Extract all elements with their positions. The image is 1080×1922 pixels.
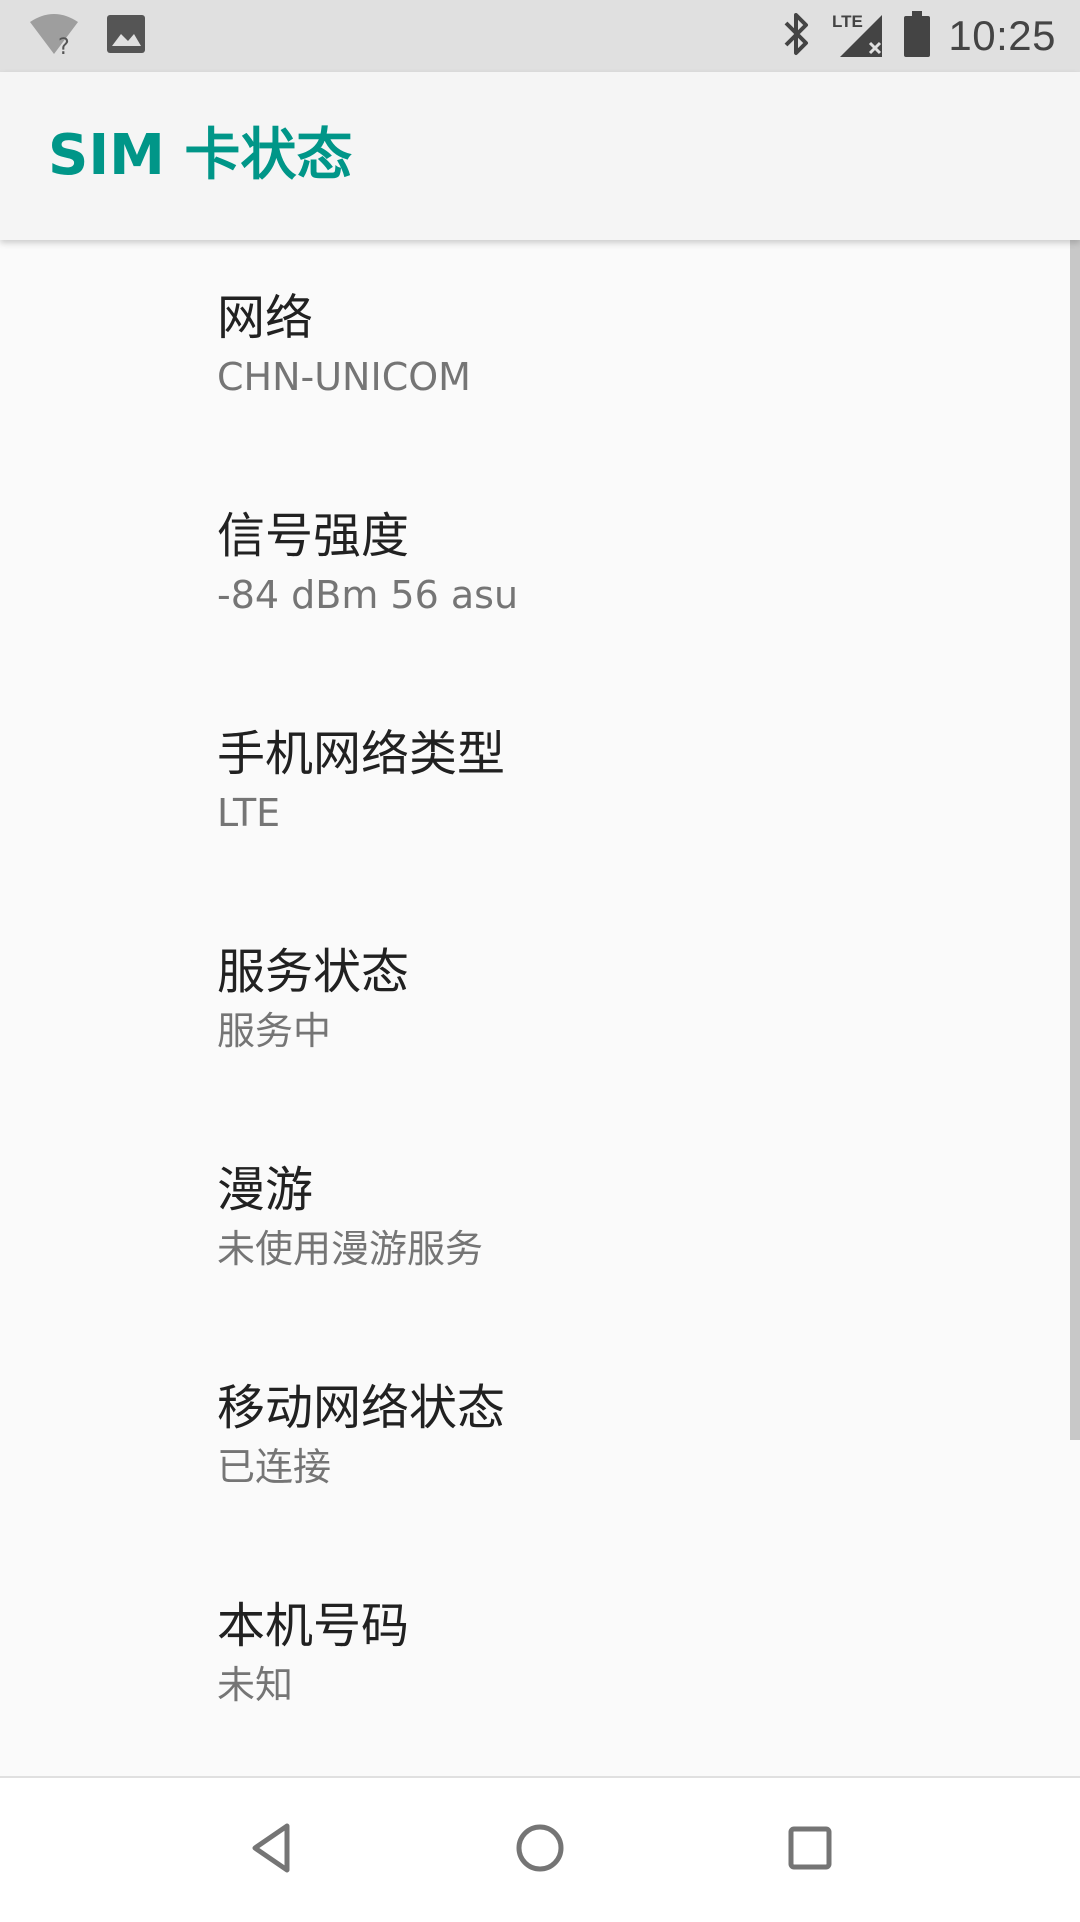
clock: 10:25 (948, 12, 1056, 59)
list-item-summary: CHN-UNICOM (217, 355, 471, 399)
list-item-title: 本机号码 (217, 1598, 410, 1654)
list-item-roaming[interactable]: 漫游 未使用漫游服务 (0, 1112, 1060, 1330)
recents-icon (787, 1825, 833, 1875)
navigation-bar (0, 1776, 1080, 1922)
list-item-title: 网络 (217, 290, 314, 346)
preference-list[interactable]: 网络 CHN-UNICOM 信号强度 -84 dBm 56 asu 手机网络类型… (0, 240, 1080, 1776)
list-item-title: 移动网络状态 (217, 1380, 506, 1436)
status-bar-left: ? (28, 12, 146, 60)
recents-button[interactable] (760, 1800, 860, 1900)
battery-icon (904, 11, 931, 61)
lte-label: LTE (832, 12, 863, 31)
status-bar: ? LTE 10:25 (0, 0, 1080, 72)
home-icon (514, 1822, 566, 1878)
list-item-network[interactable]: 网络 CHN-UNICOM (0, 240, 1060, 458)
list-item-summary: 未使用漫游服务 (217, 1227, 484, 1271)
home-button[interactable] (490, 1800, 590, 1900)
list-item-phone-number[interactable]: 本机号码 未知 (0, 1548, 1060, 1766)
svg-text:?: ? (58, 35, 70, 56)
scrollbar[interactable] (1070, 240, 1080, 1440)
list-item-title: 漫游 (217, 1162, 314, 1218)
bluetooth-icon (782, 11, 812, 61)
list-item-summary: 服务中 (217, 1009, 332, 1053)
image-notification-icon (106, 14, 146, 58)
list-item-service-state[interactable]: 服务状态 服务中 (0, 894, 1060, 1112)
list-item-signal-strength[interactable]: 信号强度 -84 dBm 56 asu (0, 458, 1060, 676)
list-item-title: 信号强度 (217, 508, 410, 564)
list-item-summary: 未知 (217, 1663, 294, 1707)
page-title: SIM 卡状态 (48, 123, 353, 188)
back-button[interactable] (221, 1800, 321, 1900)
list-item-network-type[interactable]: 手机网络类型 LTE (0, 676, 1060, 894)
list-item-title: 手机网络类型 (217, 726, 506, 782)
list-item-summary: -84 dBm 56 asu (217, 573, 519, 617)
list-item-summary: LTE (217, 791, 281, 835)
wifi-unknown-icon: ? (28, 12, 80, 60)
list-item-data-state[interactable]: 移动网络状态 已连接 (0, 1330, 1060, 1548)
list-item-summary: 已连接 (217, 1445, 332, 1489)
status-bar-right: LTE 10:25 (782, 10, 1056, 62)
list-item-title: 服务状态 (217, 944, 410, 1000)
app-bar: SIM 卡状态 (0, 72, 1080, 240)
back-icon (247, 1822, 295, 1878)
lte-signal-icon: LTE (830, 9, 886, 63)
